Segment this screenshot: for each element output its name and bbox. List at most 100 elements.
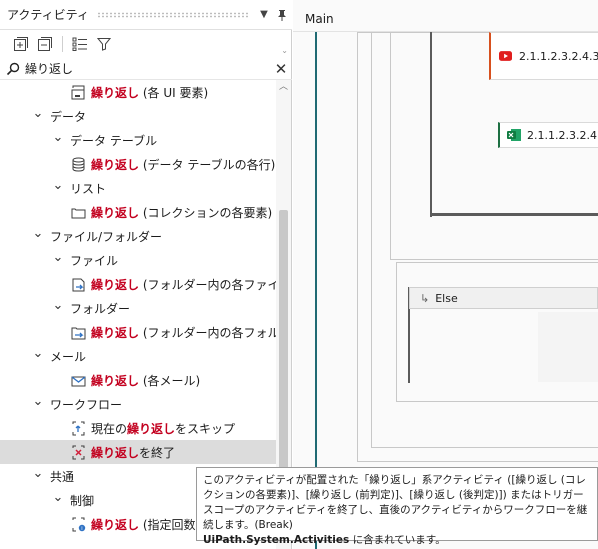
tree-item-text: をスキップ bbox=[175, 421, 236, 436]
close-icon[interactable]: ✕ bbox=[270, 59, 292, 79]
tooltip-package: UiPath.System.Activities bbox=[203, 534, 350, 546]
tree-category-item[interactable]: ⌄ データ テーブル bbox=[0, 128, 276, 152]
tree-activity-item[interactable]: 現在の繰り返しをスキップ bbox=[0, 416, 276, 440]
tree-category-item[interactable]: ⌄ メール bbox=[0, 344, 276, 368]
tree-item-text: ワークフロー bbox=[50, 397, 123, 412]
tree-item-label: 繰り返し (各メール) bbox=[91, 372, 200, 389]
tree-activity-item[interactable]: 繰り返しを終了 bbox=[0, 440, 276, 464]
tree-item-label: 繰り返しを終了 bbox=[91, 444, 175, 461]
for-each-file-icon bbox=[70, 276, 87, 293]
tree-item-text: (コレクションの各要素) bbox=[139, 205, 273, 220]
tree-item-prefix: 現在の bbox=[91, 421, 128, 436]
tree-item-label: データ bbox=[50, 108, 86, 125]
tree-category-item[interactable]: ⌄ ファイル bbox=[0, 248, 276, 272]
chevron-down-icon[interactable]: ⌄ bbox=[52, 250, 64, 265]
tree-item-label: 共通 bbox=[50, 468, 74, 485]
activity-card-youtube[interactable]: 2.1.1.2.3.2.4.3. bbox=[489, 32, 598, 80]
tree-item-label: 制御 bbox=[70, 492, 94, 509]
panel-title: アクティビティ bbox=[7, 8, 89, 22]
collapse-all-icon[interactable] bbox=[33, 33, 57, 55]
tree-item-text: (データ テーブルの各行) bbox=[139, 157, 276, 172]
search-highlight: 繰り返し bbox=[91, 325, 140, 340]
tree-category-item[interactable]: ⌄ フォルダー bbox=[0, 296, 276, 320]
activity-tooltip: このアクティビティが配置された「繰り返し」系アクティビティ ([繰り返し (コレ… bbox=[196, 467, 598, 546]
else-header[interactable]: ↳ Else bbox=[409, 287, 598, 309]
search-highlight: 繰り返し bbox=[91, 517, 140, 532]
tree-item-text: リスト bbox=[70, 181, 107, 196]
tree-item-text: (フォルダー内の各ファイル) bbox=[142, 277, 276, 292]
search-highlight: 繰り返し bbox=[127, 421, 176, 436]
tree-item-text: 共通 bbox=[50, 469, 75, 484]
chevron-down-icon[interactable]: ⌄ bbox=[32, 394, 44, 409]
drop-zone[interactable] bbox=[538, 312, 598, 382]
tree-item-text: を終了 bbox=[139, 445, 176, 460]
tree-activity-item[interactable]: 繰り返し (フォルダー内の各フォルダー bbox=[0, 320, 276, 344]
list-view-icon[interactable] bbox=[68, 33, 92, 55]
pin-icon[interactable] bbox=[274, 7, 290, 23]
search-input[interactable] bbox=[20, 58, 270, 79]
tree-item-label: 現在の繰り返しをスキップ bbox=[91, 420, 235, 437]
tree-item-text: (各メール) bbox=[139, 373, 201, 388]
tree-item-label: ファイル/フォルダー bbox=[50, 228, 162, 245]
search-highlight: 繰り返し bbox=[91, 445, 140, 460]
dropdown-arrow-icon[interactable]: ▼ bbox=[256, 7, 272, 23]
tree-activity-item[interactable]: 繰り返し (データ テーブルの各行) bbox=[0, 152, 276, 176]
sequence-bottom-border bbox=[430, 213, 598, 216]
tree-item-text: (指定回数) bbox=[139, 517, 201, 532]
tree-category-item[interactable]: ⌄ リスト bbox=[0, 176, 276, 200]
excel-icon bbox=[507, 129, 521, 141]
tooltip-suffix: に含まれています。 bbox=[349, 534, 446, 546]
chevron-down-icon[interactable]: ⌄ bbox=[32, 466, 44, 481]
search-icon bbox=[6, 62, 20, 75]
datatable-icon bbox=[70, 156, 87, 173]
panel-title-bar: アクティビティ ▼ bbox=[0, 0, 292, 30]
chevron-down-icon[interactable]: ⌄ bbox=[52, 298, 64, 313]
tree-item-text: データ テーブル bbox=[70, 133, 158, 148]
tree-item-label: フォルダー bbox=[70, 300, 130, 317]
for-each-folder-icon bbox=[70, 324, 87, 341]
activity-card-excel[interactable]: 2.1.1.2.3.2.4. bbox=[498, 122, 598, 148]
chevron-down-icon[interactable]: ⌄ bbox=[32, 106, 44, 121]
expand-all-icon[interactable] bbox=[9, 33, 33, 55]
chevron-down-icon[interactable]: ⌄ bbox=[52, 130, 64, 145]
chevron-down-icon[interactable]: ⌄ bbox=[52, 490, 64, 505]
tree-activity-item[interactable]: 繰り返し (フォルダー内の各ファイル) bbox=[0, 272, 276, 296]
search-highlight: 繰り返し bbox=[91, 373, 140, 388]
svg-text:i: i bbox=[81, 526, 82, 532]
tree-item-label: 繰り返し (データ テーブルの各行) bbox=[91, 156, 275, 173]
tree-activity-item[interactable]: 繰り返し (各メール) bbox=[0, 368, 276, 392]
tree-item-text: ファイル/フォルダー bbox=[50, 229, 163, 244]
for-each-ui-icon bbox=[70, 84, 87, 101]
chevron-down-icon[interactable]: ⌄ bbox=[52, 178, 64, 193]
scroll-up-icon[interactable]: ︿ bbox=[278, 82, 289, 93]
drag-grip[interactable] bbox=[96, 11, 250, 18]
chevron-down-icon[interactable]: ⌄ bbox=[32, 226, 44, 241]
tree-item-text: (各 UI 要素) bbox=[139, 85, 209, 100]
tab-main[interactable]: Main bbox=[293, 7, 334, 31]
tree-category-item[interactable]: ⌄ ファイル/フォルダー bbox=[0, 224, 276, 248]
toolbar-divider bbox=[62, 36, 63, 52]
continue-icon bbox=[70, 420, 87, 437]
tree-activity-item[interactable]: 繰り返し (コレクションの各要素) bbox=[0, 200, 276, 224]
for-each-email-icon bbox=[70, 372, 87, 389]
tree-item-label: メール bbox=[50, 348, 86, 365]
search-highlight: 繰り返し bbox=[91, 277, 140, 292]
tree-category-item[interactable]: ⌄ ワークフロー bbox=[0, 392, 276, 416]
sequence-left-border bbox=[430, 32, 432, 217]
tree-item-label: データ テーブル bbox=[70, 132, 157, 149]
tree-category-item[interactable]: ⌄ データ bbox=[0, 104, 276, 128]
chevron-down-icon[interactable]: ⌄ bbox=[32, 346, 44, 361]
tree-item-text: (フォルダー内の各フォルダー bbox=[142, 325, 276, 340]
tree-item-label: リスト bbox=[70, 180, 106, 197]
filter-icon[interactable] bbox=[92, 33, 116, 55]
tree-item-label: 繰り返し (指定回数) bbox=[91, 516, 200, 533]
tree-item-label: 繰り返し (フォルダー内の各ファイル) bbox=[91, 276, 276, 293]
youtube-icon bbox=[499, 51, 513, 61]
panel-toolbar: ⌄ bbox=[0, 30, 292, 58]
else-arrow-icon: ↳ bbox=[420, 291, 430, 305]
tree-activity-item[interactable]: 繰り返し (各 UI 要素) bbox=[0, 80, 276, 104]
break-icon bbox=[70, 444, 87, 461]
tree-item-text: データ bbox=[50, 109, 87, 124]
search-highlight: 繰り返し bbox=[91, 205, 140, 220]
chevron-down-icon[interactable]: ⌄ bbox=[281, 46, 288, 55]
